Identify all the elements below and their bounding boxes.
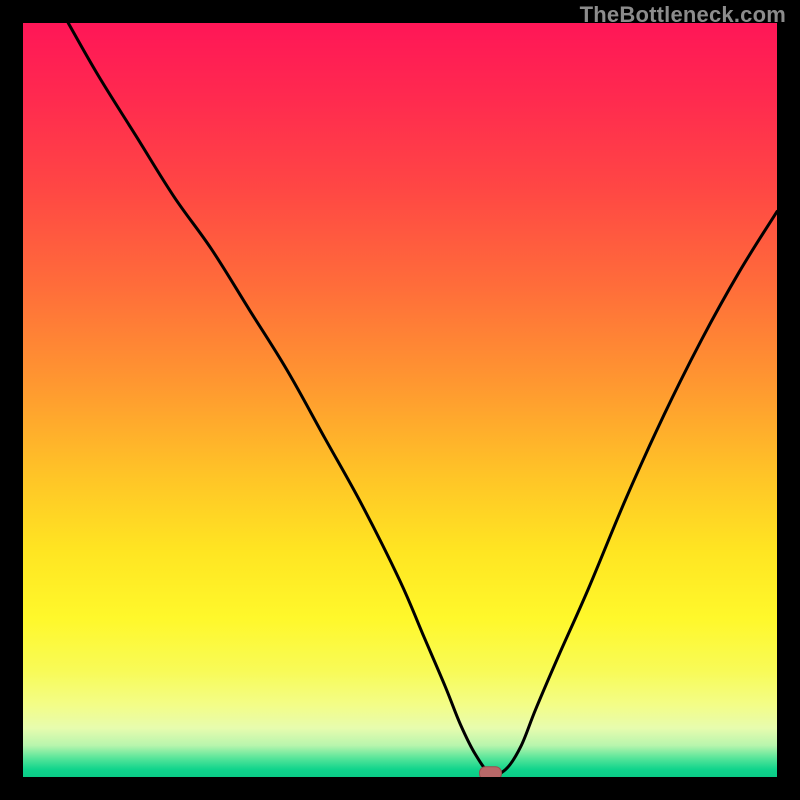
- plot-area: [23, 23, 777, 777]
- plot-svg: [23, 23, 777, 777]
- optimum-marker: [479, 767, 501, 777]
- chart-frame: TheBottleneck.com: [0, 0, 800, 800]
